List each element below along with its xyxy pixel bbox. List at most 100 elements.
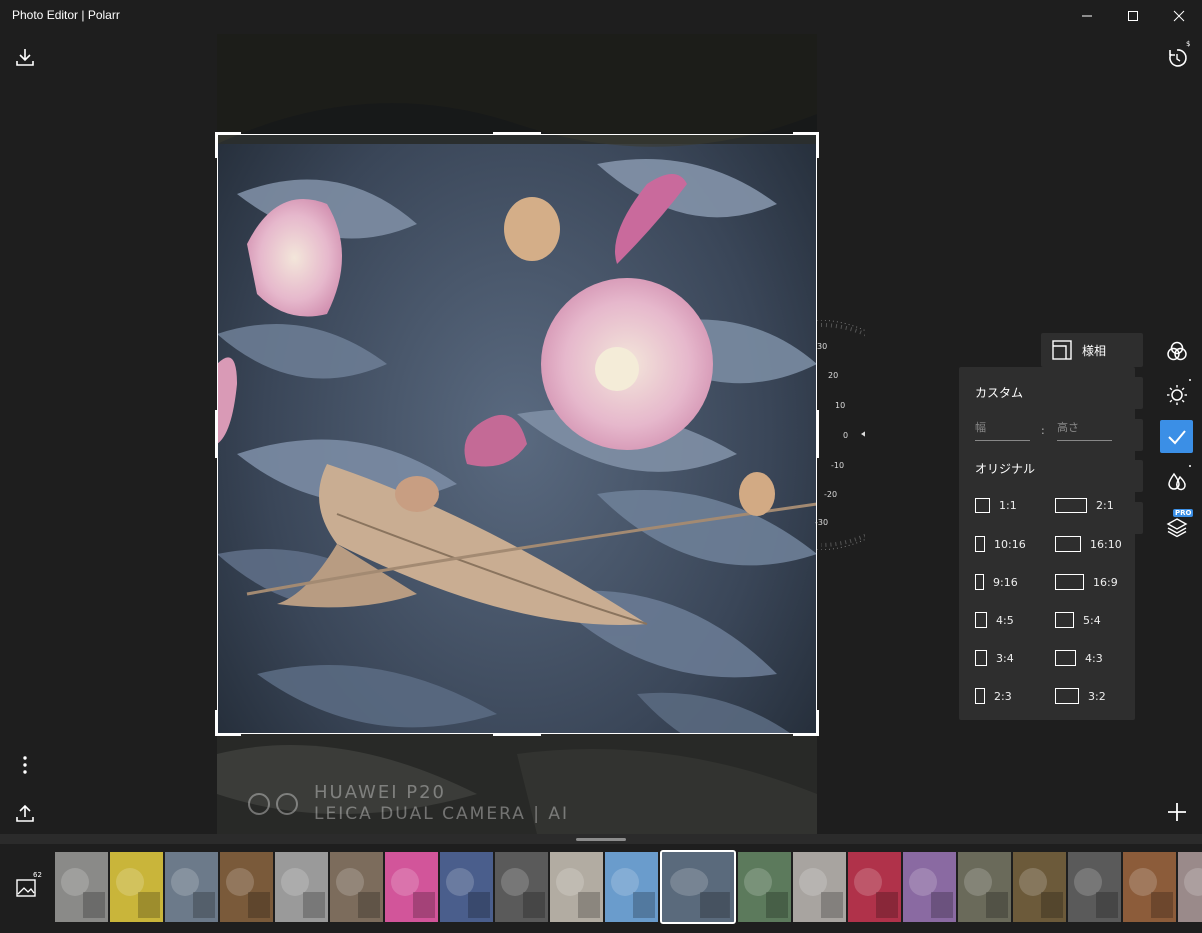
photo-thumbnail[interactable] [495,852,548,922]
share-button[interactable] [12,800,38,826]
overlapping-circles-icon [1167,341,1187,361]
ratio-option-3-4[interactable]: 3:4 [975,650,1014,666]
photo-thumbnail[interactable] [660,850,736,924]
crop-handle-bottom-left-v[interactable] [215,710,218,736]
thumbnail-image [662,852,734,922]
photo-thumbnail[interactable] [275,852,328,922]
thumbnail-image [738,852,791,922]
adjust-button[interactable] [1163,380,1191,408]
crop-handle-top-left-h[interactable] [215,132,241,135]
ratio-shape-icon [1055,498,1087,513]
photo-thumbnail[interactable] [848,852,901,922]
thumbnail-image [848,852,901,922]
filters-button[interactable] [1163,337,1191,365]
aspect-ratio-button[interactable]: 様相 [1041,333,1143,367]
photo-thumbnail[interactable] [1123,852,1176,922]
ratio-label: 5:4 [1083,613,1101,627]
upload-icon [16,804,34,822]
dial-label: 0 [843,431,849,440]
thumbnail-image [903,852,956,922]
crop-frame[interactable] [217,134,817,734]
window-title: Photo Editor | Polarr [12,8,120,22]
photo-thumbnail[interactable] [220,852,273,922]
gallery-count: 62 [33,871,42,879]
layers-button[interactable] [1163,513,1191,541]
maximize-button[interactable] [1110,0,1156,32]
crop-handle-bottom[interactable] [493,733,541,736]
minimize-button[interactable] [1064,0,1110,32]
original-ratio-option[interactable]: オリジナル [975,460,1035,477]
crop-handle-top-left-v[interactable] [215,132,218,158]
thumbnail-image [440,852,493,922]
photo-thumbnail[interactable] [440,852,493,922]
thumbnail-image [1123,852,1176,922]
ratio-option-1-1[interactable]: 1:1 [975,498,1017,513]
ratio-shape-icon [975,612,987,628]
ratio-shape-icon [1055,574,1084,590]
width-input[interactable]: 幅 [975,419,1030,441]
history-icon [1169,49,1187,67]
crop-mask-top [217,34,817,134]
photo-thumbnail[interactable] [330,852,383,922]
image-icon [16,879,36,897]
more-options-button[interactable] [14,752,36,778]
notification-dot [1189,465,1191,467]
photo-thumbnail[interactable] [738,852,791,922]
photo-thumbnail[interactable] [1068,852,1121,922]
download-button[interactable] [12,44,38,70]
crop-handle-left[interactable] [215,410,218,458]
photo-thumbnail[interactable] [55,852,108,922]
ratio-option-16-9[interactable]: 16:9 [1055,574,1118,590]
ratio-shape-icon [1055,688,1079,704]
ratio-option-2-1[interactable]: 2:1 [1055,498,1114,513]
height-input[interactable]: 高さ [1057,419,1112,441]
photo-thumbnail[interactable] [550,852,603,922]
ratio-option-4-3[interactable]: 4:3 [1055,650,1103,666]
thumbnail-image [55,852,108,922]
crop-handle-top[interactable] [493,132,541,135]
gallery-button[interactable] [14,876,38,900]
notification-dot [1189,379,1191,381]
aspect-ratio-icon [1052,340,1072,360]
photo-thumbnail[interactable] [605,852,658,922]
retouch-button[interactable] [1163,467,1191,495]
close-button[interactable] [1156,0,1202,32]
ratio-option-5-4[interactable]: 5:4 [1055,612,1101,628]
crop-handle-bottom-right-v[interactable] [816,710,819,736]
ratio-label: 2:1 [1096,499,1114,512]
thumbnail-image [1178,852,1202,922]
add-button[interactable] [1163,798,1191,826]
photo-thumbnail[interactable] [110,852,163,922]
droplets-icon [1168,472,1186,491]
sun-icon [1167,385,1187,405]
ratio-label: 1:1 [999,499,1017,512]
ratio-option-4-5[interactable]: 4:5 [975,612,1014,628]
crop-handle-top-right-v[interactable] [816,132,819,158]
photo-thumbnail[interactable] [958,852,1011,922]
thumbnail-image [330,852,383,922]
photo-thumbnail[interactable] [903,852,956,922]
photo-thumbnail[interactable] [165,852,218,922]
ratio-option-16-10[interactable]: 16:10 [1055,536,1122,552]
photo-thumbnail[interactable] [385,852,438,922]
vertical-ellipsis-icon [23,756,27,774]
dial-label: -30 [815,518,829,527]
photo-thumbnail[interactable] [1013,852,1066,922]
crop-handle-bottom-left-h[interactable] [215,733,241,736]
custom-ratio-label: カスタム [975,386,1024,400]
ratio-option-3-2[interactable]: 3:2 [1055,688,1106,704]
confirm-crop-button[interactable] [1160,420,1193,453]
photo-thumbnail[interactable] [1178,852,1202,922]
ratio-label: 10:16 [994,537,1026,551]
ratio-option-2-3[interactable]: 2:3 [975,688,1012,704]
history-button[interactable] [1163,44,1191,72]
ratio-option-10-16[interactable]: 10:16 [975,536,1026,552]
ratio-option-9-16[interactable]: 9:16 [975,574,1018,590]
filmstrip-resize-handle[interactable] [576,838,626,841]
aspect-ratio-label: 様相 [1082,343,1107,358]
photo-thumbnail[interactable] [793,852,846,922]
rotation-dial[interactable]: 30 20 10 0 -10 -20 -30 [815,320,865,550]
check-icon [1167,429,1186,444]
ratio-shape-icon [975,536,985,552]
thumbnail-image [495,852,548,922]
